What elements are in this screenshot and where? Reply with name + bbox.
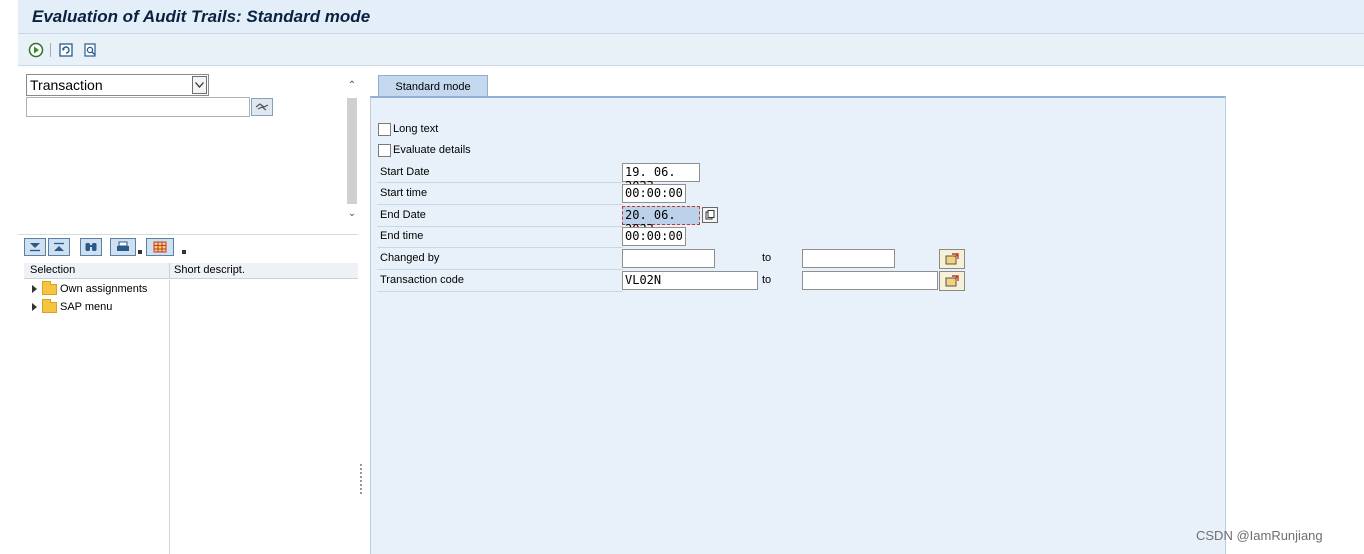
start-date-field[interactable]: 19. 06. 2023 [622,163,700,193]
folder-icon [42,280,57,295]
row-divider [377,226,623,227]
splitter-grip[interactable] [360,464,363,494]
changed-by-label: Changed by [380,252,440,264]
evaluate-details-checkbox[interactable] [378,144,391,157]
get-variant-icon[interactable] [56,40,76,60]
tab-panel: Long text Evaluate details Start Date 19… [370,96,1226,554]
execute-command-button[interactable] [251,98,273,116]
program-documentation-icon[interactable] [80,40,100,60]
calendar-icon[interactable] [702,207,718,223]
application-toolbar [18,34,1364,66]
long-text-label: Long text [393,123,439,135]
scroll-up-icon[interactable]: ⌃ [346,80,358,94]
scroll-down-icon[interactable]: ⌄ [346,208,358,222]
transaction-code-to-field[interactable] [802,271,938,290]
multiple-selection-icon [945,253,959,265]
end-time-label: End time [380,230,424,242]
tree-node-label: Own assignments [60,283,148,295]
toolbar-separator [50,43,51,57]
row-divider [377,182,623,183]
changed-by-to-label: to [762,252,772,264]
column-header-selection[interactable]: Selection [30,264,75,276]
window-title: Evaluation of Audit Trails: Standard mod… [32,7,371,26]
command-input[interactable] [26,97,250,117]
scrollbar-thumb[interactable] [347,98,357,204]
multiple-selection-button[interactable] [939,271,965,291]
chevron-down-icon[interactable] [192,76,207,94]
title-bar: Evaluation of Audit Trails: Standard mod… [18,0,1364,34]
column-divider [169,263,170,279]
changed-by-to-field[interactable] [802,249,895,268]
print-dropdown-icon[interactable] [138,250,142,254]
column-divider [169,280,170,554]
start-date-label: Start Date [380,166,430,178]
evaluate-details-label: Evaluate details [393,144,471,156]
layout-grid-icon[interactable] [146,238,174,256]
start-time-field[interactable]: 00:00:00 [622,184,686,203]
navigation-combo[interactable]: Transaction [26,74,209,96]
end-time-field[interactable]: 00:00:00 [622,227,686,246]
navigation-scrollbar[interactable]: ⌃ ⌄ [346,74,358,226]
multiple-selection-button[interactable] [939,249,965,269]
column-header-short-description[interactable]: Short descript. [174,264,245,276]
tab-standard-mode[interactable]: Standard mode [378,75,488,97]
multiple-selection-icon [945,275,959,287]
navigation-pane: Transaction ⌃ ⌄ Selection Short descript… [18,66,364,554]
changed-by-from-field[interactable] [622,249,715,268]
collapse-all-icon[interactable] [48,238,70,256]
selection-screen: Standard mode Long text Evaluate details… [364,66,1364,554]
handshake-icon [255,103,269,111]
tree-node-own-assignments[interactable]: Own assignments [32,280,148,297]
expand-arrow-icon[interactable] [32,303,37,311]
transaction-code-label: Transaction code [380,274,464,286]
transaction-code-to-label: to [762,274,772,286]
row-divider [377,291,623,292]
layout-dropdown-icon[interactable] [182,250,186,254]
start-time-label: Start time [380,187,428,199]
transaction-code-from-field[interactable]: VL02N [622,271,758,290]
execute-icon[interactable] [26,40,46,60]
folder-icon [42,298,57,313]
end-date-label: End Date [380,209,426,221]
tree-body: Own assignments SAP menu [24,280,359,554]
expand-all-icon[interactable] [24,238,46,256]
row-divider [377,204,623,205]
watermark-text: CSDN @IamRunjiang [1196,528,1323,543]
print-icon[interactable] [110,238,136,256]
end-date-field[interactable]: 20. 06. 2023 [622,206,700,236]
row-divider [377,269,623,270]
row-divider [377,247,623,248]
find-binoculars-icon[interactable] [80,238,102,256]
tree-header: Selection Short descript. [24,263,359,279]
tree-node-sap-menu[interactable]: SAP menu [32,298,113,315]
long-text-checkbox[interactable] [378,123,391,136]
expand-arrow-icon[interactable] [32,285,37,293]
tree-node-label: SAP menu [60,301,113,313]
